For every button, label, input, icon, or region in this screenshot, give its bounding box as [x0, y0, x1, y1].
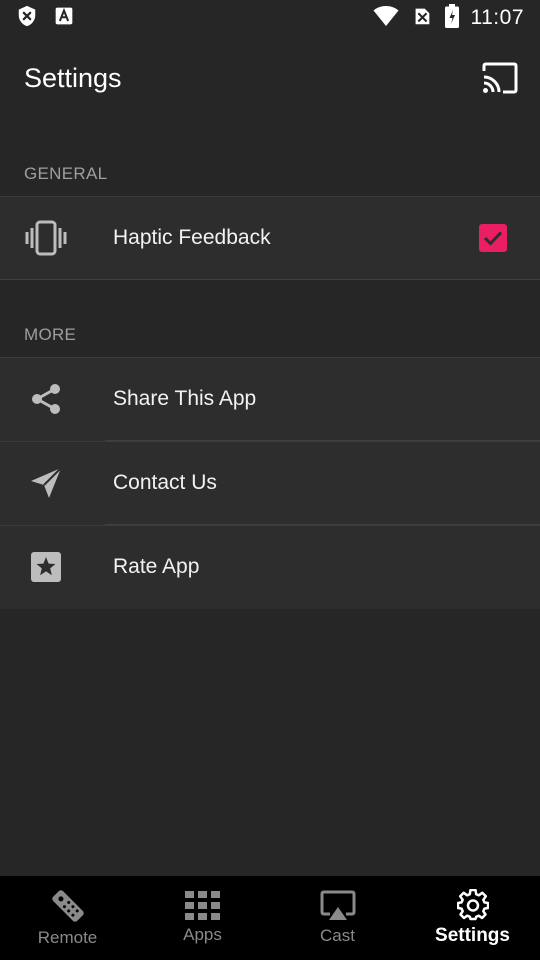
remote-icon: [51, 890, 84, 922]
bottom-nav: Remote Apps Cast Settings: [0, 876, 540, 960]
wifi-icon: [373, 5, 399, 32]
divider: [0, 196, 540, 197]
nav-item-apps[interactable]: Apps: [135, 876, 270, 960]
star-icon: [31, 552, 61, 582]
nav-item-settings[interactable]: Settings: [405, 876, 540, 960]
nav-label-settings: Settings: [435, 925, 510, 946]
cast-button[interactable]: [478, 56, 522, 100]
font-a-icon: [54, 6, 74, 31]
row-icon-cell: [0, 441, 92, 525]
rate-app-label: Rate App: [113, 555, 200, 578]
share-app-label: Share This App: [113, 387, 257, 410]
gear-icon: [456, 889, 489, 921]
section-header-general: GENERAL: [24, 164, 108, 183]
shield-x-icon: [16, 5, 38, 32]
nav-label-remote: Remote: [37, 928, 98, 947]
contact-us-label: Contact Us: [113, 471, 217, 494]
haptic-feedback-checkbox[interactable]: [479, 224, 507, 252]
status-bar: 11:07: [0, 0, 540, 36]
status-left: [16, 5, 74, 32]
status-time: 11:07: [470, 6, 524, 29]
nav-item-remote[interactable]: Remote: [0, 876, 135, 960]
app-bar: Settings: [0, 36, 540, 120]
divider: [0, 357, 540, 358]
vibration-icon: [25, 220, 67, 256]
status-right: 11:07: [373, 3, 525, 33]
row-icon-cell: [0, 525, 92, 609]
share-app-row[interactable]: Share This App: [0, 357, 540, 441]
nav-label-cast: Cast: [320, 926, 355, 945]
grid-icon: [184, 891, 220, 920]
battery-icon: [444, 3, 459, 33]
haptic-feedback-row[interactable]: Haptic Feedback: [0, 196, 540, 280]
page-title: Settings: [24, 62, 122, 93]
airplay-icon: [320, 890, 355, 920]
row-icon-cell: [0, 357, 92, 441]
rate-app-row[interactable]: Rate App: [0, 525, 540, 609]
haptic-feedback-label: Haptic Feedback: [113, 226, 271, 249]
nav-item-cast[interactable]: Cast: [270, 876, 405, 960]
checkmark-icon: [483, 231, 503, 246]
cast-icon: [482, 62, 518, 94]
row-icon-cell: [0, 196, 92, 280]
section-header-more: MORE: [24, 325, 77, 344]
divider: [0, 279, 540, 280]
divider: [0, 441, 540, 442]
send-icon: [31, 467, 62, 498]
contact-us-row[interactable]: Contact Us: [0, 441, 540, 525]
nav-label-apps: Apps: [183, 925, 222, 944]
share-icon: [32, 384, 60, 414]
divider: [0, 525, 540, 526]
no-sim-icon: [411, 5, 433, 32]
